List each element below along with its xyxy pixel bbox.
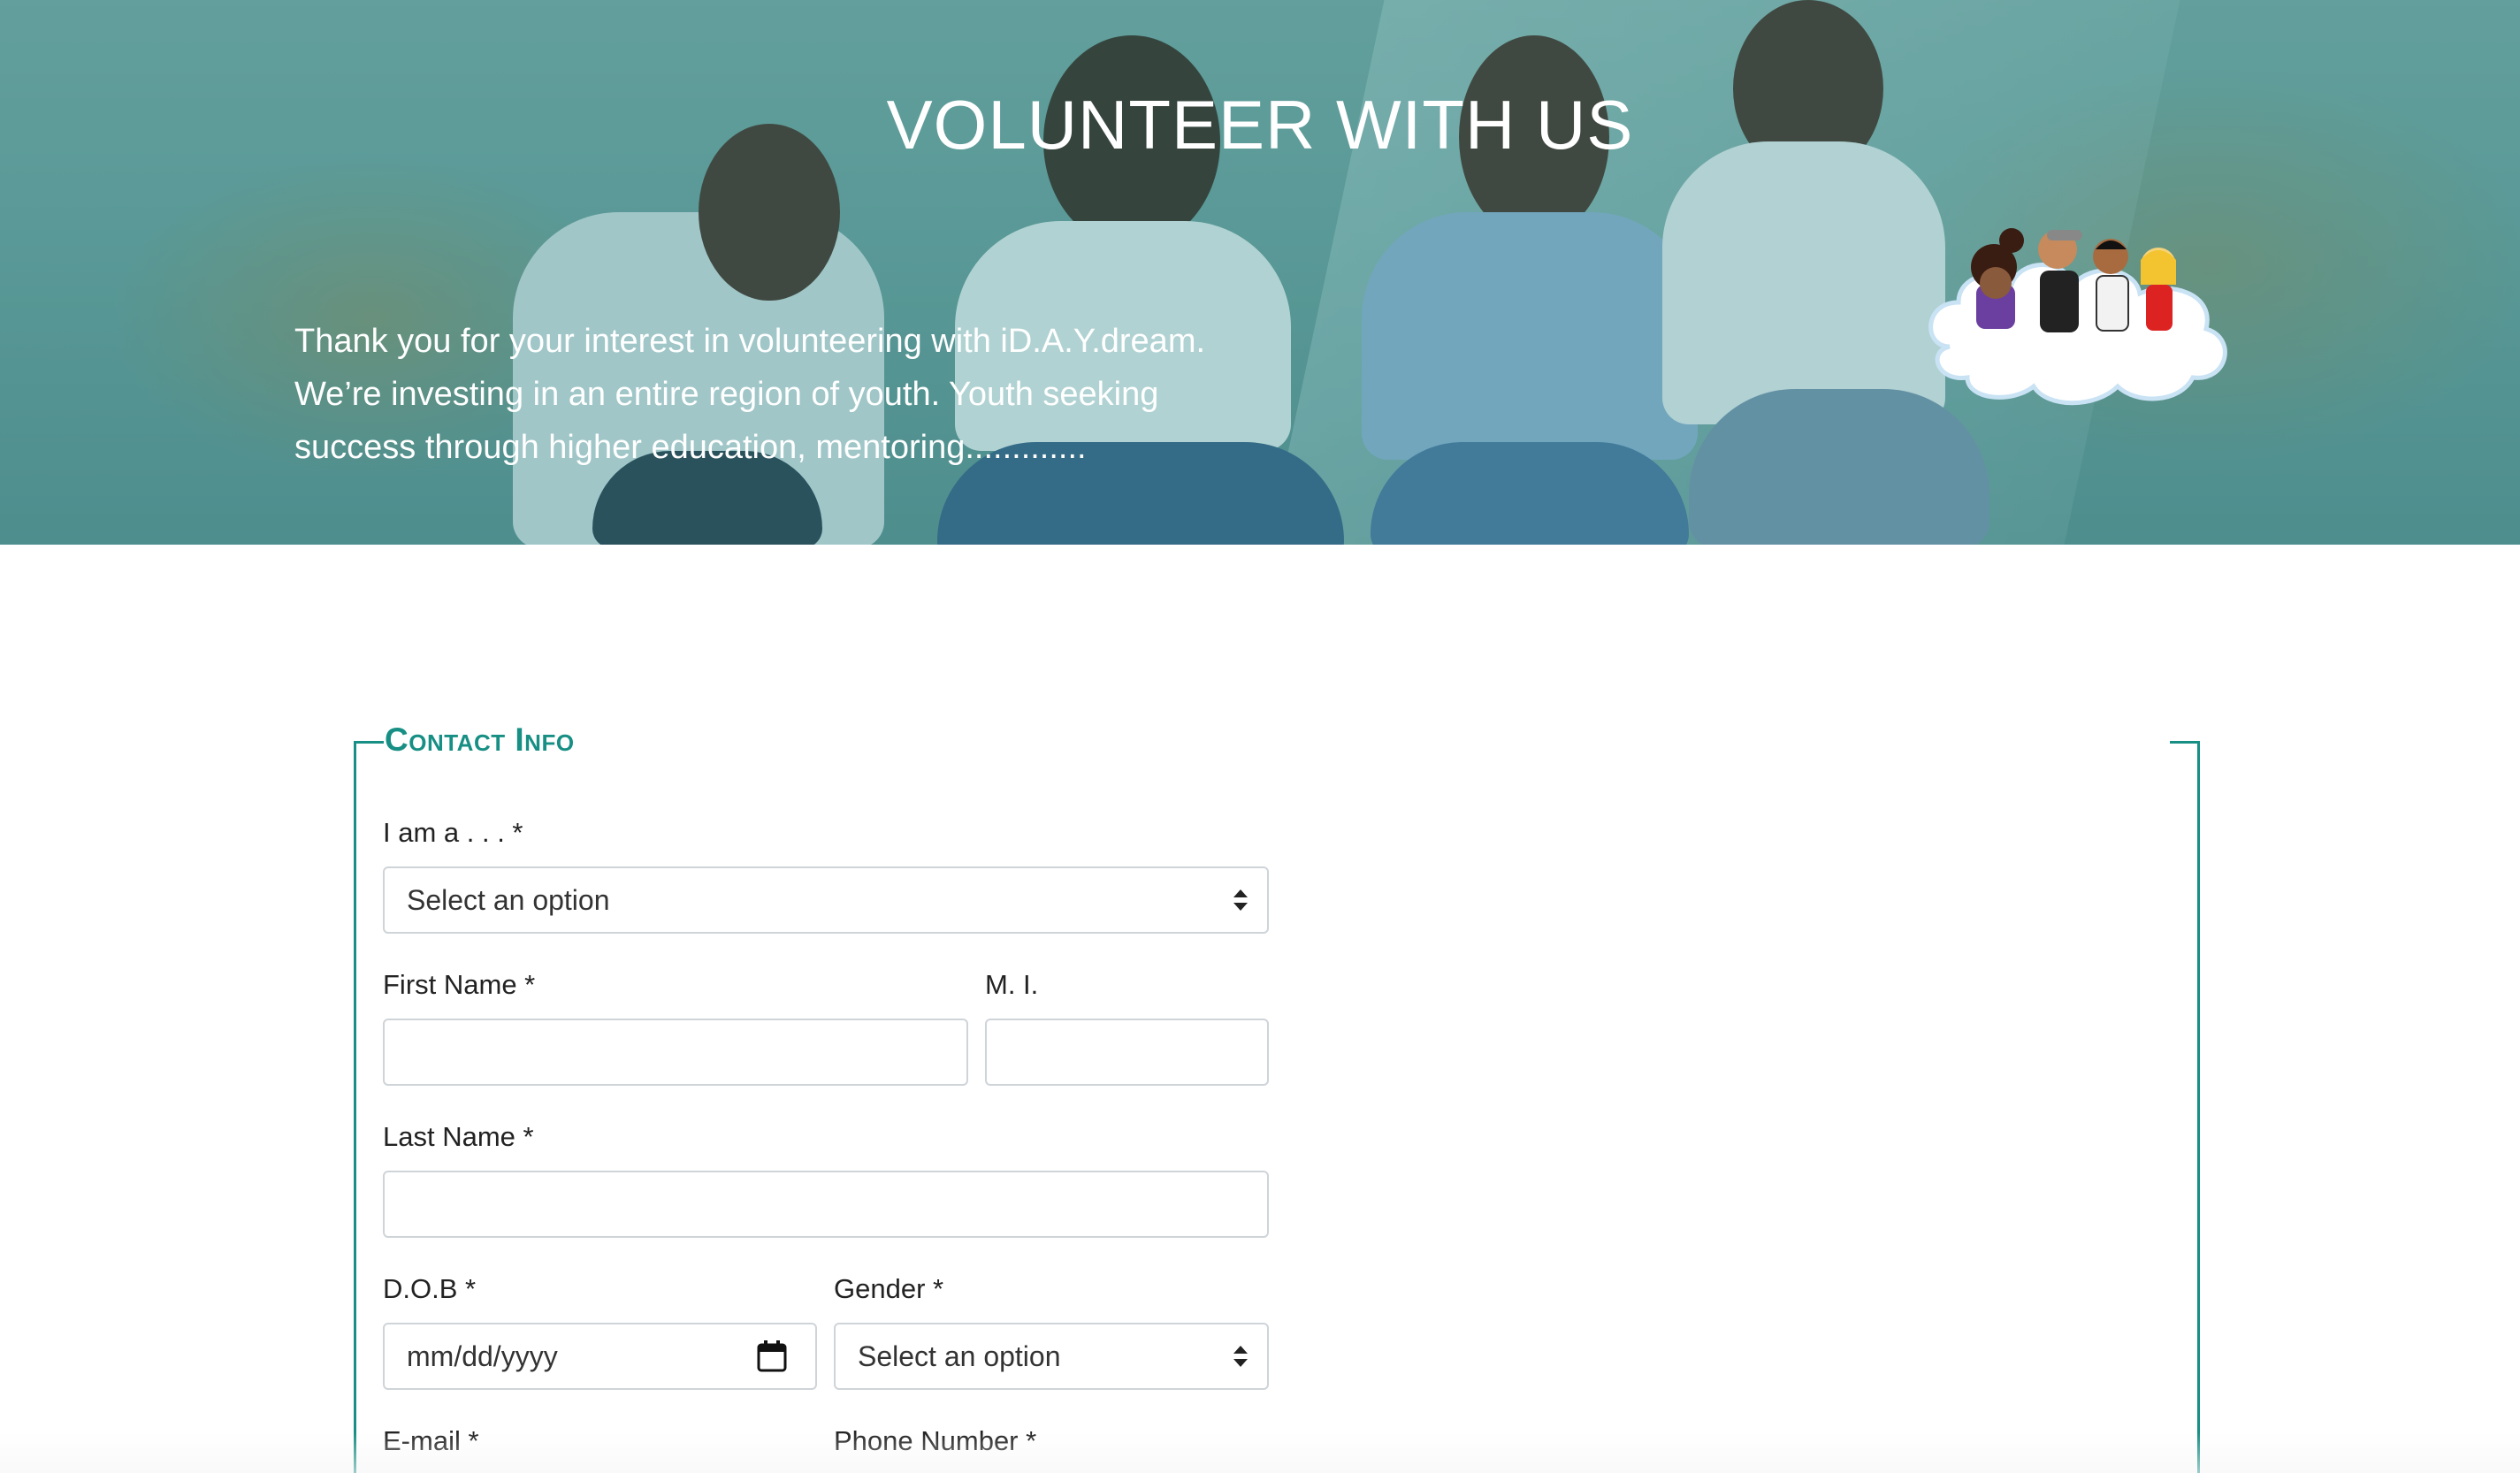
calendar-icon[interactable] xyxy=(757,1340,787,1372)
gender-select[interactable]: Select an option xyxy=(834,1323,1269,1390)
last-name-input[interactable] xyxy=(383,1171,1269,1238)
hero-intro-line: We’re investing in an entire region of y… xyxy=(294,376,1159,413)
bottom-fade xyxy=(0,1432,2520,1473)
contact-info-legend: Contact Info xyxy=(385,721,575,758)
i-am-a-select[interactable]: Select an option xyxy=(383,866,1269,934)
hero-intro-text: Thank you for your interest in volunteer… xyxy=(294,315,1311,474)
first-name-input[interactable] xyxy=(383,1019,968,1086)
gender-select-value: Select an option xyxy=(858,1339,1061,1372)
dob-input[interactable]: mm/dd/yyyy xyxy=(383,1323,817,1390)
hero-intro-line: success through higher education, mentor… xyxy=(294,429,1087,466)
i-am-a-select-value: Select an option xyxy=(407,883,610,916)
dob-placeholder: mm/dd/yyyy xyxy=(407,1339,558,1372)
gender-label: Gender * xyxy=(834,1273,944,1304)
first-name-label: First Name * xyxy=(383,969,536,1000)
i-am-a-label: I am a . . . * xyxy=(383,817,523,848)
hero-intro-line: Thank you for your interest in volunteer… xyxy=(294,323,1206,360)
select-arrows-icon xyxy=(1233,889,1248,911)
select-arrows-icon xyxy=(1233,1346,1248,1367)
page-title: VOLUNTEER WITH US xyxy=(886,86,1634,164)
logo-cloud-icon xyxy=(1928,228,2227,406)
last-name-label: Last Name * xyxy=(383,1121,534,1152)
middle-initial-label: M. I. xyxy=(985,969,1039,1000)
hero-banner: VOLUNTEER WITH US Thank you for your int… xyxy=(0,0,2520,545)
middle-initial-input[interactable] xyxy=(985,1019,1269,1086)
fieldset-border-top-right xyxy=(2170,741,2200,744)
dob-label: D.O.B * xyxy=(383,1273,477,1304)
fieldset-border-top-left xyxy=(354,741,384,744)
